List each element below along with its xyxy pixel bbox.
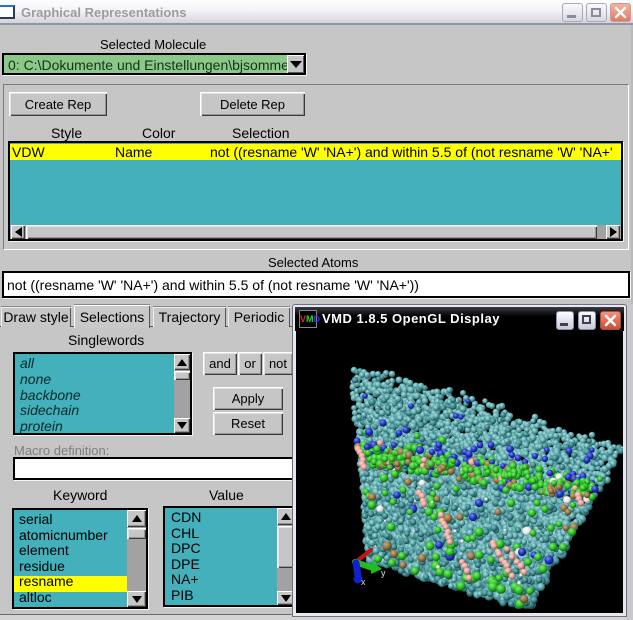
- svg-text:x: x: [361, 577, 366, 587]
- svg-text:y: y: [381, 568, 386, 578]
